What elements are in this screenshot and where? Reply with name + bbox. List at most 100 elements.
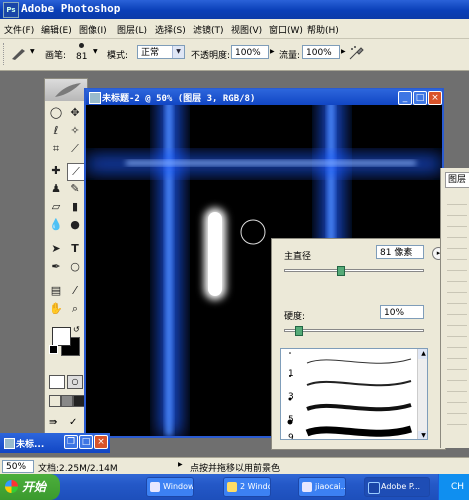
brush-tool-icon[interactable] <box>10 47 28 61</box>
diameter-slider[interactable] <box>284 269 424 272</box>
lasso-tool-icon[interactable]: ℓ <box>48 123 64 139</box>
toolbox-header[interactable] <box>45 79 87 101</box>
brush-size-5[interactable]: 5 <box>288 415 294 425</box>
minimized-restore-button[interactable]: ❐ <box>64 435 78 449</box>
brush-size-9[interactable]: 9 <box>288 433 294 439</box>
taskbar: 开始 Windows... 2 Windo... jiaocai... Adob… <box>0 474 469 500</box>
hardness-slider[interactable] <box>284 329 424 332</box>
healing-brush-tool-icon[interactable]: ✚ <box>48 163 64 179</box>
menu-help[interactable]: 帮助(H) <box>307 23 339 36</box>
hardness-field[interactable]: 10% <box>380 305 424 319</box>
opacity-arrow-icon[interactable]: ▶ <box>270 48 275 55</box>
layers-tab[interactable]: 图层 <box>445 172 469 188</box>
screen-mode-standard-icon[interactable] <box>49 395 61 407</box>
app-title-bar: Ps Adobe Photoshop <box>0 0 469 19</box>
pen-tool-icon[interactable]: ✒ <box>48 259 64 275</box>
jump-to-imageready-icon[interactable]: ⇛ <box>49 417 65 429</box>
screen-mode-full-menu-icon[interactable] <box>61 395 73 407</box>
scroll-down-icon[interactable]: ▼ <box>418 431 427 439</box>
standard-mode-icon[interactable] <box>49 375 65 389</box>
eyedropper-tool-icon[interactable]: ⁄ <box>67 283 83 299</box>
brush-preset-list[interactable]: 1 3 5 9 ▲ ▼ <box>280 348 428 440</box>
notes-tool-icon[interactable]: ▤ <box>48 283 64 299</box>
diameter-slider-thumb[interactable] <box>337 266 345 276</box>
hardness-slider-thumb[interactable] <box>295 326 303 336</box>
path-selection-tool-icon[interactable]: ➤ <box>48 241 64 257</box>
window-icon <box>150 482 160 492</box>
document-maximize-button[interactable]: □ <box>413 91 427 105</box>
gradient-tool-icon[interactable]: ▮ <box>67 199 83 215</box>
type-tool-icon[interactable]: T <box>67 241 83 257</box>
default-colors-icon[interactable] <box>49 345 58 354</box>
swap-colors-icon[interactable]: ↺ <box>73 325 80 334</box>
crop-tool-icon[interactable]: ⌗ <box>48 141 64 157</box>
zoom-field[interactable]: 50% <box>2 460 34 473</box>
system-tray: CH <box>438 474 469 500</box>
shape-tool-icon[interactable]: ○ <box>67 259 83 275</box>
brush-strokes-preview <box>287 352 413 437</box>
document-title: 未标题-2 @ 50% (图层 3, RGB/8) <box>102 94 256 104</box>
dodge-tool-icon[interactable]: ● <box>67 217 83 233</box>
taskbar-item[interactable]: Windows... <box>146 477 194 497</box>
slice-tool-icon[interactable]: ⟋ <box>67 141 83 157</box>
minimized-close-button[interactable]: × <box>94 435 108 449</box>
brush-size-value[interactable]: 81 <box>76 52 87 62</box>
start-button[interactable]: 开始 <box>0 474 60 500</box>
brush-tip-icon[interactable] <box>79 43 84 48</box>
menu-filter[interactable]: 滤镜(T) <box>193 23 224 36</box>
document-minimize-button[interactable]: _ <box>398 91 412 105</box>
magic-wand-tool-icon[interactable]: ✧ <box>67 123 83 139</box>
foreground-color-swatch[interactable] <box>52 327 71 346</box>
chevron-down-icon[interactable]: ▼ <box>172 46 184 58</box>
checkmark-icon[interactable]: ✓ <box>69 417 83 429</box>
taskbar-item[interactable]: jiaocai... <box>298 477 346 497</box>
move-tool-icon[interactable]: ✥ <box>67 105 83 121</box>
status-hint: 点按并拖移以用前景色 <box>190 464 281 474</box>
diameter-field[interactable]: 81 像素 <box>376 245 424 259</box>
taskbar-item-active[interactable]: Adobe P... <box>364 477 430 497</box>
brush-size-1[interactable]: 1 <box>288 369 294 379</box>
brush-list-scrollbar[interactable]: ▲ ▼ <box>417 349 427 439</box>
tool-preset-arrow-icon[interactable]: ▼ <box>30 48 35 55</box>
flow-arrow-icon[interactable]: ▶ <box>341 48 346 55</box>
document-icon <box>302 482 312 492</box>
mode-select[interactable]: 正常 ▼ <box>137 45 185 59</box>
marquee-tool-icon[interactable]: ◯ <box>48 105 64 121</box>
toolbox: ◯ ✥ ℓ ✧ ⌗ ⟋ ✚ ⟋ ♟ ✎ ▱ ▮ 💧 ● ➤ T ✒ ○ ▤ ⁄ … <box>44 78 88 452</box>
menu-layer[interactable]: 图层(L) <box>117 23 147 36</box>
document-title-bar[interactable]: 未标题-2 @ 50% (图层 3, RGB/8) _ □ × <box>86 89 442 105</box>
quick-mask-mode-icon[interactable]: ○ <box>67 375 83 389</box>
document-info[interactable]: 文档:2.25M/2.14M <box>38 461 118 474</box>
menu-file[interactable]: 文件(F) <box>4 23 34 36</box>
flow-field[interactable]: 100% <box>302 45 340 59</box>
menu-edit[interactable]: 编辑(E) <box>41 23 72 36</box>
status-menu-arrow-icon[interactable]: ▶ <box>178 461 183 468</box>
menu-window[interactable]: 窗口(W) <box>269 23 303 36</box>
document-close-button[interactable]: × <box>428 91 442 105</box>
menu-image[interactable]: 图像(I) <box>79 23 107 36</box>
zoom-tool-icon[interactable]: ⌕ <box>67 301 83 317</box>
taskbar-item[interactable]: 2 Windo... <box>223 477 271 497</box>
layer-rows[interactable] <box>447 194 467 434</box>
blur-tool-icon[interactable]: 💧 <box>48 217 64 233</box>
menu-select[interactable]: 选择(S) <box>155 23 186 36</box>
hand-tool-icon[interactable]: ✋ <box>48 301 64 317</box>
minimized-maximize-button[interactable]: □ <box>79 435 93 449</box>
scroll-up-icon[interactable]: ▲ <box>418 349 427 359</box>
options-grip[interactable] <box>3 43 7 65</box>
photoshop-icon: Ps <box>3 2 19 18</box>
brush-size-3[interactable]: 3 <box>288 392 294 402</box>
options-bar: ▼ 画笔: 81 ▼ 模式: 正常 ▼ 不透明度: 100% ▶ 流量: 100… <box>0 39 469 71</box>
airbrush-icon[interactable] <box>348 45 364 61</box>
menu-bar: 文件(F) 编辑(E) 图像(I) 图层(L) 选择(S) 滤镜(T) 视图(V… <box>0 19 469 39</box>
minimized-document-window[interactable]: 未标... ❐ □ × <box>0 433 110 453</box>
start-label: 开始 <box>22 480 47 494</box>
brush-tool-active-icon[interactable]: ⟋ <box>67 163 85 181</box>
menu-view[interactable]: 视图(V) <box>231 23 262 36</box>
clone-stamp-tool-icon[interactable]: ♟ <box>48 181 64 197</box>
opacity-field[interactable]: 100% <box>231 45 269 59</box>
language-indicator[interactable]: CH <box>451 482 464 492</box>
history-brush-tool-icon[interactable]: ✎ <box>67 181 83 197</box>
brush-picker-arrow-icon[interactable]: ▼ <box>93 48 98 55</box>
eraser-tool-icon[interactable]: ▱ <box>48 199 64 215</box>
